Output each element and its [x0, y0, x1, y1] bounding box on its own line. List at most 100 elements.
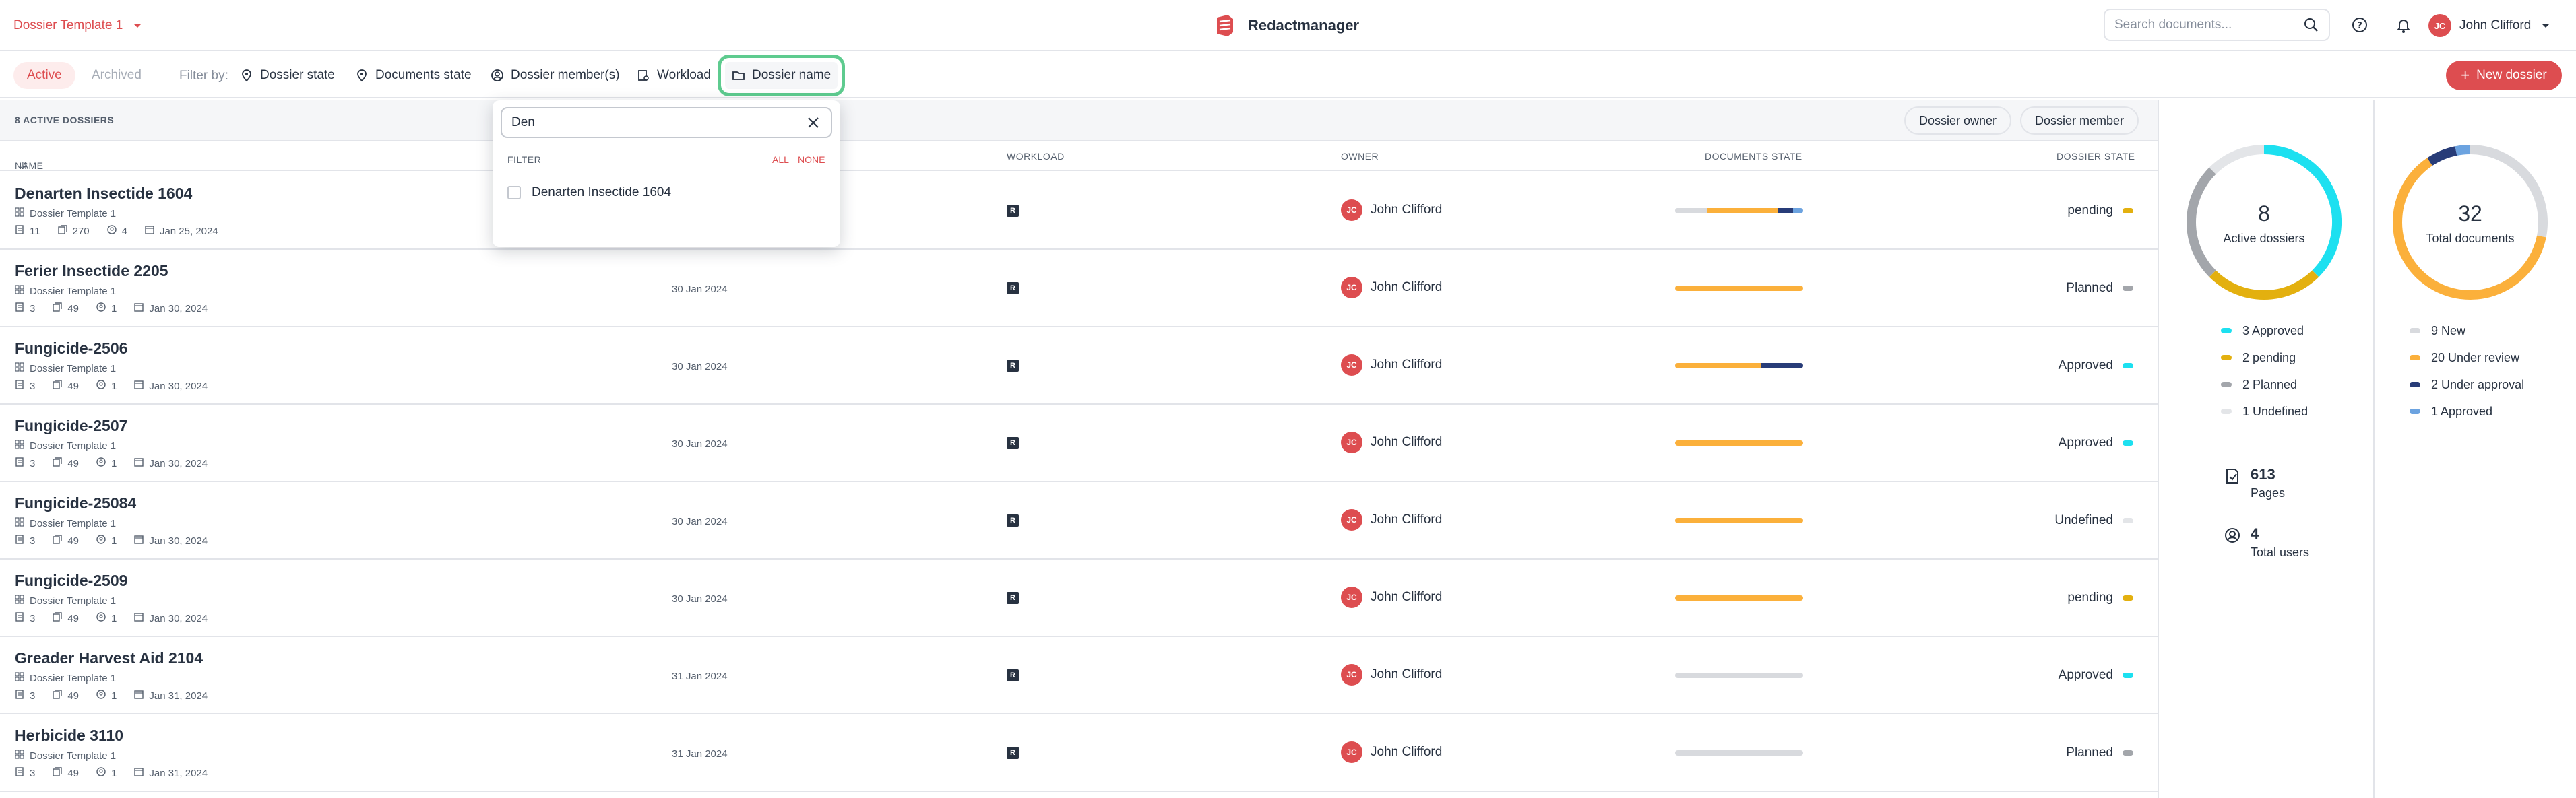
tab-archived[interactable]: Archived — [78, 62, 155, 89]
dossier-owner-button[interactable]: Dossier owner — [1904, 106, 2012, 135]
dossier-state[interactable]: Approved — [2059, 358, 2133, 373]
filter-dossier-name[interactable]: Dossier name — [717, 55, 846, 96]
table-row[interactable]: Fungicide-2509 Dossier Template 1 3 49 1 Jan … — [0, 560, 2158, 637]
template-icon — [15, 672, 24, 684]
legend-item[interactable]: 2 pending — [2221, 344, 2308, 371]
donut-segment — [2187, 167, 2216, 277]
dossier-name[interactable]: Denarten Insectide 1604 — [15, 185, 192, 203]
template-select[interactable]: Dossier Template 1 — [13, 16, 142, 35]
documents-count: 3 — [30, 612, 36, 624]
search-input[interactable]: Search documents... — [2104, 9, 2330, 41]
dossier-state[interactable]: Planned — [2066, 281, 2133, 296]
workload-badge[interactable]: R — [1007, 437, 1019, 449]
help-icon[interactable]: ? — [2348, 13, 2371, 36]
legend-item[interactable]: 2 Under approval — [2410, 371, 2524, 398]
filter-dossier-members[interactable]: Dossier member(s) — [484, 62, 627, 89]
dossier-name[interactable]: Greader Harvest Aid 2104 — [15, 649, 203, 667]
workload-badge[interactable]: R — [1007, 747, 1019, 759]
table-row[interactable]: Fungicide-25084 Dossier Template 1 3 49 1 Jan… — [0, 482, 2158, 560]
tab-active[interactable]: Active — [13, 62, 75, 89]
dossier-state[interactable]: Planned — [2066, 745, 2133, 760]
close-icon[interactable] — [805, 114, 821, 131]
filter-label-text: Workload — [657, 68, 711, 82]
dossier-name[interactable]: Fungicide-2507 — [15, 417, 127, 435]
members-icon — [96, 535, 106, 547]
legend-item[interactable]: 1 Undefined — [2221, 398, 2308, 425]
documents-state-bar — [1675, 518, 1803, 523]
table-row[interactable]: Herbicide 3110 Dossier Template 1 3 49 1 Jan … — [0, 714, 2158, 792]
users-label: Total users — [2251, 545, 2310, 559]
created-date: 31 Jan 2024 — [672, 748, 728, 760]
documents-count: 3 — [30, 535, 36, 547]
checkbox[interactable] — [507, 186, 521, 199]
workload-badge[interactable]: R — [1007, 514, 1019, 527]
documents-count: 3 — [30, 690, 36, 702]
dossier-template: Dossier Template 1 — [15, 595, 116, 607]
table-row[interactable]: Greader Harvest Aid 2104 Dossier Template… — [0, 637, 2158, 714]
workload-badge[interactable]: R — [1007, 205, 1019, 217]
pages-icon — [57, 225, 67, 237]
workload-badge[interactable]: R — [1007, 282, 1019, 294]
filter-dossier-state[interactable]: Dossier state — [233, 62, 342, 89]
select-all-link[interactable]: ALL — [772, 154, 789, 165]
calendar-icon — [134, 302, 144, 314]
sort-icon[interactable]: ⇵ — [20, 160, 28, 172]
legend-swatch — [2410, 409, 2420, 414]
legend-item[interactable]: 3 Approved — [2221, 317, 2308, 344]
brand[interactable]: Redactmanager — [1212, 9, 1359, 42]
dossier-name[interactable]: Fungicide-25084 — [15, 494, 136, 512]
legend-item[interactable]: 9 New — [2410, 317, 2524, 344]
owner: JC John Clifford — [1341, 354, 1442, 376]
dossiers-total: 8 — [2258, 201, 2270, 226]
brand-name: Redactmanager — [1248, 17, 1360, 34]
table-row[interactable]: Ferier Insectide 2205 Dossier Template 1 3… — [0, 250, 2158, 327]
state-dot — [2123, 750, 2133, 756]
legend-item[interactable]: 2 Planned — [2221, 371, 2308, 398]
filter-workload[interactable]: Workload — [630, 62, 718, 89]
dossier-name[interactable]: Herbicide 3110 — [15, 727, 123, 745]
select-none-link[interactable]: NONE — [798, 154, 825, 165]
search-icon[interactable] — [2303, 17, 2319, 33]
dossier-state[interactable]: Approved — [2059, 668, 2133, 683]
workload-badge[interactable]: R — [1007, 360, 1019, 372]
due-date: Jan 30, 2024 — [149, 535, 208, 547]
bell-icon[interactable] — [2392, 13, 2415, 36]
dossier-name[interactable]: Fungicide-2506 — [15, 339, 127, 358]
filter-label-text: Dossier state — [260, 68, 335, 82]
dossier-template: Dossier Template 1 — [15, 517, 116, 529]
documents-count: 3 — [30, 302, 36, 314]
legend-label: 1 Undefined — [2242, 404, 2308, 418]
dossier-name[interactable]: Fungicide-2509 — [15, 572, 127, 590]
new-dossier-button[interactable]: + New dossier — [2446, 61, 2562, 90]
legend-item[interactable]: 20 Under review — [2410, 344, 2524, 371]
members-count: 1 — [111, 767, 117, 779]
user-menu[interactable]: JC John Clifford — [2428, 12, 2550, 39]
dossier-state[interactable]: pending — [2067, 591, 2133, 605]
legend-item[interactable]: 1 Approved — [2410, 398, 2524, 425]
dossier-name[interactable]: Ferier Insectide 2205 — [15, 262, 168, 280]
table-row[interactable]: Denarten Insectide 1604 Dossier Template … — [0, 172, 2158, 250]
filter-option[interactable]: Denarten Insectide 1604 — [507, 185, 671, 200]
filter-documents-state[interactable]: Documents state — [348, 62, 478, 89]
dossier-state[interactable]: pending — [2067, 203, 2133, 218]
dossier-state[interactable]: Approved — [2059, 436, 2133, 451]
state-dot — [2123, 673, 2133, 678]
legend-label: 9 New — [2431, 323, 2466, 337]
dossier-state[interactable]: Undefined — [2054, 513, 2133, 528]
workload-badge[interactable]: R — [1007, 669, 1019, 681]
workload-badge[interactable]: R — [1007, 592, 1019, 604]
table-row[interactable]: Fungicide-2506 Dossier Template 1 3 49 1 Jan … — [0, 327, 2158, 405]
legend-swatch — [2410, 328, 2420, 333]
documents-state-bar — [1675, 750, 1803, 756]
filter-search-input[interactable]: Den — [501, 107, 832, 138]
dossier-member-button[interactable]: Dossier member — [2020, 106, 2139, 135]
documents-count: 3 — [30, 380, 36, 392]
template-icon — [15, 440, 24, 452]
due-date: Jan 25, 2024 — [159, 225, 218, 237]
svg-text:?: ? — [2357, 21, 2362, 31]
documents-state-segment — [1792, 208, 1803, 213]
donut-segment — [2209, 270, 2319, 300]
pages-value: 613 — [2251, 466, 2275, 483]
documents-state-segment — [1675, 440, 1803, 446]
table-row[interactable]: Fungicide-2507 Dossier Template 1 3 49 1 Jan … — [0, 405, 2158, 482]
